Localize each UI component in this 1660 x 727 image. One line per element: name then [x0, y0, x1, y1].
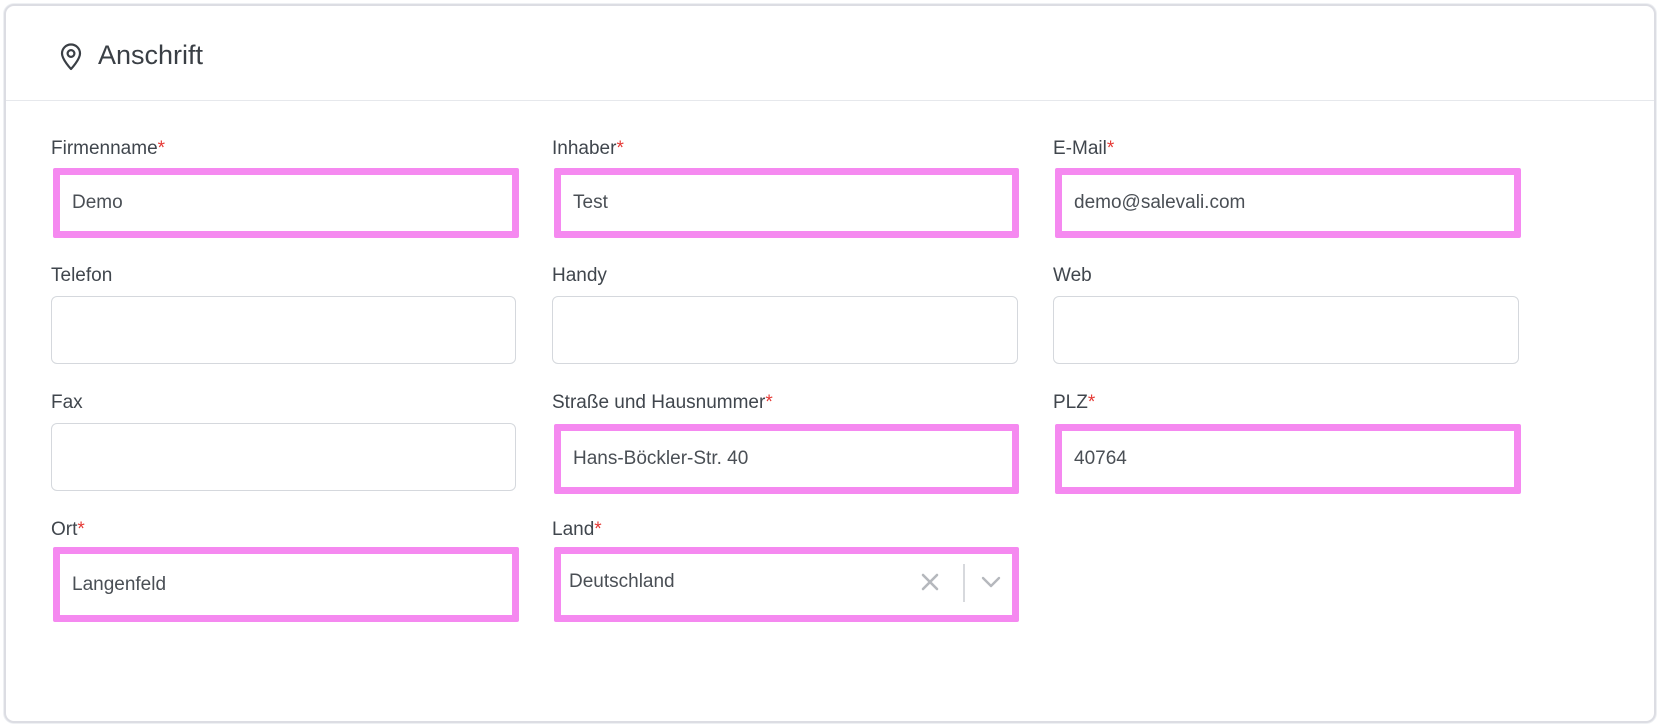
required-marker: *: [157, 138, 166, 159]
inhaber-label: Inhaber*: [552, 137, 624, 161]
card-header: Anschrift: [6, 6, 1654, 101]
web-input[interactable]: [1053, 296, 1519, 364]
web-label: Web: [1053, 265, 1092, 286]
section-title: Anschrift: [98, 40, 204, 70]
close-icon[interactable]: [918, 554, 942, 610]
telefon-label: Telefon: [51, 265, 113, 286]
select-divider: [963, 564, 965, 602]
strasse-input[interactable]: Hans-Böckler-Str. 40: [554, 424, 1019, 494]
land-label-text: Land: [552, 519, 595, 540]
firmenname-label-text: Firmenname: [51, 138, 158, 159]
strasse-label: Straße und Hausnummer*: [552, 391, 773, 415]
required-marker: *: [616, 138, 624, 159]
address-card: Anschrift Firmenname* Demo Inhaber* Test…: [4, 4, 1656, 723]
handy-input[interactable]: [552, 296, 1018, 364]
required-marker: *: [77, 519, 85, 540]
firmenname-label: Firmenname*: [51, 137, 165, 161]
fax-input[interactable]: [51, 423, 516, 491]
telefon-input[interactable]: [51, 296, 516, 364]
plz-label-text: PLZ: [1053, 392, 1088, 413]
inhaber-label-text: Inhaber: [552, 138, 617, 159]
required-marker: *: [1106, 138, 1115, 159]
land-select-value: Deutschland: [569, 571, 675, 592]
ort-label-text: Ort: [51, 519, 78, 540]
strasse-label-text: Straße und Hausnummer: [552, 392, 766, 413]
required-marker: *: [594, 519, 602, 540]
firmenname-input[interactable]: Demo: [53, 168, 519, 238]
land-label: Land*: [552, 518, 602, 542]
ort-label: Ort*: [51, 518, 85, 542]
fax-label: Fax: [51, 392, 83, 413]
plz-input[interactable]: 40764: [1055, 424, 1521, 494]
chevron-down-icon[interactable]: [978, 554, 1004, 610]
plz-label: PLZ*: [1053, 391, 1095, 415]
email-label-text: E-Mail: [1053, 138, 1107, 159]
required-marker: *: [1087, 392, 1096, 413]
inhaber-input[interactable]: Test: [554, 168, 1019, 238]
required-marker: *: [765, 392, 773, 413]
email-label: E-Mail*: [1053, 137, 1114, 161]
handy-label: Handy: [552, 265, 607, 286]
land-select[interactable]: Deutschland: [554, 547, 1019, 622]
ort-input[interactable]: Langenfeld: [53, 547, 519, 622]
email-input[interactable]: demo@salevali.com: [1055, 168, 1521, 238]
map-pin-icon: [58, 42, 84, 72]
